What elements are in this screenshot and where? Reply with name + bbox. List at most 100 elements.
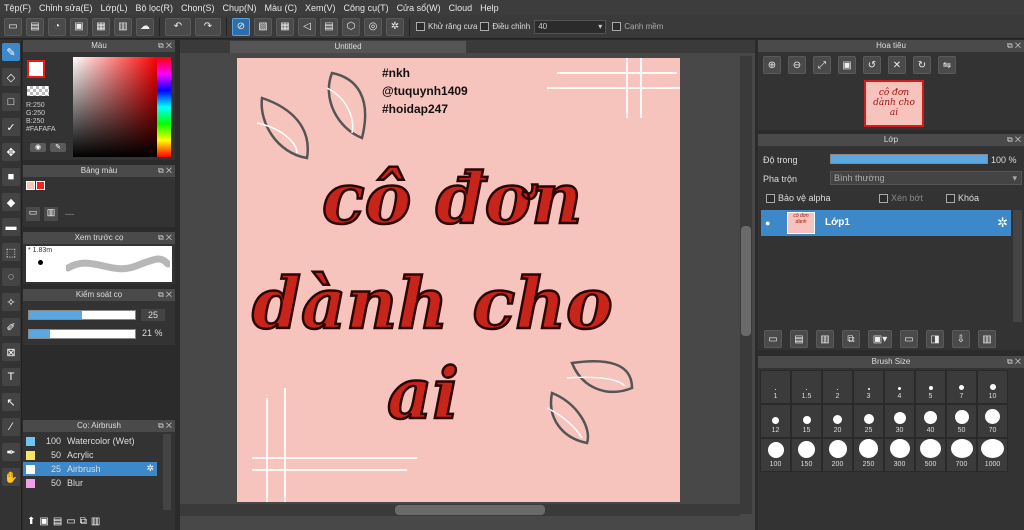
transfer-icon[interactable]: ⇩ bbox=[952, 330, 970, 348]
export-icon[interactable]: ▦ bbox=[92, 17, 110, 36]
trash-icon[interactable]: ▥ bbox=[44, 207, 58, 221]
brush-opacity-slider[interactable] bbox=[28, 329, 136, 339]
brush-size-option[interactable]: 25 bbox=[853, 404, 884, 438]
duplicate-icon[interactable]: ⧉ bbox=[80, 516, 87, 527]
new-file-icon[interactable]: ▭ bbox=[4, 17, 22, 36]
brush-size-option[interactable]: 300 bbox=[884, 438, 915, 472]
brush-size-option[interactable]: 15 bbox=[791, 404, 822, 438]
text-tool-icon[interactable]: T bbox=[2, 368, 20, 386]
undo-icon[interactable]: ↶ bbox=[165, 17, 191, 36]
print-icon[interactable]: ▥ bbox=[114, 17, 132, 36]
menu-filter[interactable]: Bộ lọc(R) bbox=[131, 3, 177, 13]
brush-size-option[interactable]: 700 bbox=[946, 438, 977, 472]
menu-layer[interactable]: Lớp(L) bbox=[97, 3, 132, 13]
close-icon[interactable]: ⧉ ✕ bbox=[158, 165, 172, 177]
close-icon[interactable]: ⧉ ✕ bbox=[158, 289, 172, 301]
vertical-scrollbar[interactable] bbox=[740, 56, 752, 514]
rect-select-icon[interactable]: □ bbox=[2, 93, 20, 111]
folder-icon[interactable]: ▭ bbox=[66, 516, 75, 527]
operation-icon[interactable]: ↖ bbox=[2, 393, 20, 411]
hue-slider[interactable] bbox=[157, 57, 171, 157]
brush-size-option[interactable]: 250 bbox=[853, 438, 884, 472]
menu-view[interactable]: Xem(V) bbox=[301, 3, 340, 13]
menu-select[interactable]: Chọn(S) bbox=[177, 3, 219, 13]
gear-icon[interactable]: ✲ bbox=[386, 17, 404, 36]
saturation-value-picker[interactable] bbox=[73, 57, 157, 157]
close-icon[interactable]: ⧉ ✕ bbox=[158, 232, 172, 244]
lasso-icon[interactable]: ✓ bbox=[2, 118, 20, 136]
menu-tools[interactable]: Công cụ(T) bbox=[340, 3, 393, 13]
comment-icon[interactable]: ◔ bbox=[48, 17, 66, 36]
mask-icon[interactable]: ◨ bbox=[926, 330, 944, 348]
brush-size-option[interactable]: 500 bbox=[915, 438, 946, 472]
perspective-icon[interactable]: ◁ bbox=[298, 17, 316, 36]
transparent-swatch[interactable] bbox=[27, 86, 49, 96]
brush-size-option[interactable]: 7 bbox=[946, 370, 977, 404]
new-layer-1bit-icon[interactable]: ▥ bbox=[816, 330, 834, 348]
eyedropper-small-icon[interactable]: ✎ bbox=[50, 143, 66, 152]
brush-size-option[interactable]: 10 bbox=[977, 370, 1008, 404]
hexagon-icon[interactable]: ⬡ bbox=[342, 17, 360, 36]
close-icon[interactable]: ⧉ ✕ bbox=[158, 40, 172, 52]
deselect-icon[interactable]: ⊘ bbox=[232, 17, 250, 36]
rotate-left-icon[interactable]: ↺ bbox=[863, 56, 881, 74]
close-icon[interactable]: ⧉ ✕ bbox=[1007, 40, 1021, 52]
close-icon[interactable]: ⧉ ✕ bbox=[1007, 356, 1021, 368]
eraser-tool-icon[interactable]: ◇ bbox=[2, 68, 20, 86]
brush-item-acrylic[interactable]: 50 Acrylic bbox=[23, 448, 157, 462]
gradient-icon[interactable]: ▬ bbox=[2, 218, 20, 236]
eyedropper-icon[interactable]: ⁄ bbox=[2, 418, 20, 436]
horizontal-scroll-thumb[interactable] bbox=[395, 505, 545, 515]
pen-icon[interactable]: ✒ bbox=[2, 443, 20, 461]
menu-file[interactable]: Tệp(F) bbox=[0, 3, 35, 13]
hand-icon[interactable]: ✋ bbox=[2, 468, 20, 486]
brush-size-option[interactable]: 40 bbox=[915, 404, 946, 438]
blend-mode-select[interactable]: Bình thường ▾ bbox=[830, 171, 1022, 185]
menu-cloud[interactable]: Cloud bbox=[445, 3, 477, 13]
brush-size-option[interactable]: 70 bbox=[977, 404, 1008, 438]
menu-capture[interactable]: Chụp(N) bbox=[219, 3, 261, 13]
brush-item-watercolor[interactable]: 100 Watercolor (Wet) bbox=[23, 434, 157, 448]
palette-swatch[interactable] bbox=[36, 181, 45, 190]
horizontal-scrollbar[interactable] bbox=[180, 504, 740, 516]
menu-color[interactable]: Màu (C) bbox=[261, 3, 302, 13]
zoom-in-icon[interactable]: ⊕ bbox=[763, 56, 781, 74]
redo-icon[interactable]: ↷ bbox=[195, 17, 221, 36]
move-tool-icon[interactable]: ✥ bbox=[2, 143, 20, 161]
reset-icon[interactable]: ✕ bbox=[888, 56, 906, 74]
lock-checkbox[interactable] bbox=[946, 193, 955, 203]
add-palette-icon[interactable]: ▭ bbox=[26, 207, 40, 221]
color-mode-icon[interactable]: ◉ bbox=[30, 143, 46, 152]
brush-size-option[interactable]: 2 bbox=[822, 370, 853, 404]
gear-icon[interactable]: ✲ bbox=[146, 463, 154, 474]
grid-icon[interactable]: ▦ bbox=[276, 17, 294, 36]
brush-size-value[interactable]: 25 bbox=[141, 309, 165, 321]
bucket-icon[interactable]: ◆ bbox=[2, 193, 20, 211]
trash-icon[interactable]: ▥ bbox=[978, 330, 996, 348]
magic-wand-icon[interactable]: ✧ bbox=[2, 293, 20, 311]
close-icon[interactable]: ⧉ ✕ bbox=[158, 420, 172, 432]
layer-row[interactable]: ● cô đơn dành Lớp1 ✲ bbox=[761, 210, 1011, 236]
brush-item-blur[interactable]: 50 Blur bbox=[23, 476, 157, 490]
cloud-icon[interactable]: ☁ bbox=[136, 17, 154, 36]
vertical-scroll-thumb[interactable] bbox=[741, 226, 751, 336]
adjust-checkbox[interactable] bbox=[480, 22, 490, 31]
layer-opacity-slider[interactable] bbox=[830, 154, 988, 164]
menu-help[interactable]: Help bbox=[476, 3, 503, 13]
foreground-color-swatch[interactable] bbox=[27, 60, 45, 78]
brush-size-option[interactable]: 1000 bbox=[977, 438, 1008, 472]
copy-icon[interactable]: ▤ bbox=[53, 516, 62, 527]
fit-icon[interactable]: ⤢ bbox=[813, 56, 831, 74]
flip-icon[interactable]: ⇋ bbox=[938, 56, 956, 74]
upload-icon[interactable]: ⬆ bbox=[27, 516, 35, 527]
hatch-icon[interactable]: ▧ bbox=[254, 17, 272, 36]
visibility-icon[interactable]: ● bbox=[765, 218, 770, 228]
marquee-icon[interactable]: ⬚ bbox=[2, 243, 20, 261]
save-icon[interactable]: ▣ bbox=[70, 17, 88, 36]
protect-alpha-checkbox[interactable] bbox=[766, 193, 775, 203]
concentric-icon[interactable]: ◎ bbox=[364, 17, 382, 36]
trash-icon[interactable]: ▥ bbox=[91, 516, 100, 527]
select-pen-icon[interactable]: ✐ bbox=[2, 318, 20, 336]
soft-edge-checkbox[interactable] bbox=[612, 22, 622, 31]
brush-size-option[interactable]: 5 bbox=[915, 370, 946, 404]
